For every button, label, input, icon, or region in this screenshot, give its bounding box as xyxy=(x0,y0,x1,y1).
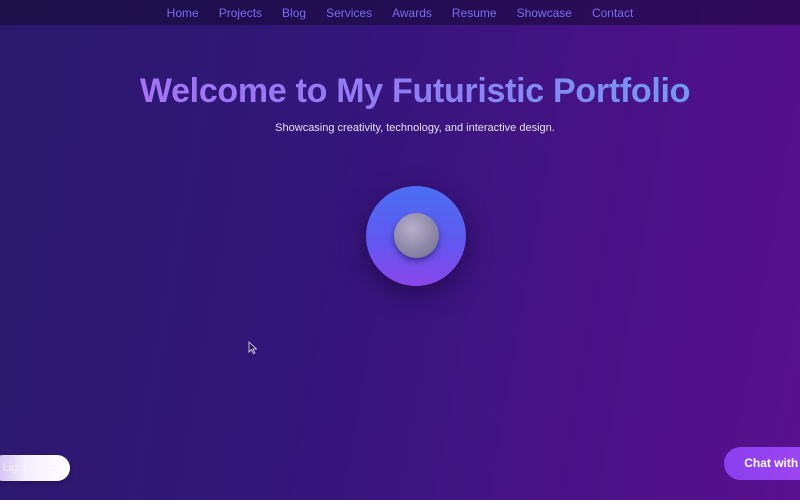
top-navbar: Home Projects Blog Services Awards Resum… xyxy=(0,0,800,25)
chat-with-ai-button[interactable]: Chat with A xyxy=(724,447,800,480)
nav-link-showcase[interactable]: Showcase xyxy=(517,6,572,20)
nav-link-home[interactable]: Home xyxy=(167,6,199,20)
nav-link-blog[interactable]: Blog xyxy=(282,6,306,20)
hero-orb[interactable] xyxy=(366,186,466,286)
nav-link-projects[interactable]: Projects xyxy=(219,6,262,20)
nav-link-awards[interactable]: Awards xyxy=(392,6,432,20)
nav-link-services[interactable]: Services xyxy=(326,6,372,20)
hero-title: Welcome to My Futuristic Portfolio xyxy=(0,72,800,111)
hero-subtitle: Showcasing creativity, technology, and i… xyxy=(275,122,555,134)
light-mode-toggle-button[interactable]: Light Mode xyxy=(0,455,70,481)
mouse-cursor-icon xyxy=(248,341,258,355)
nav-link-resume[interactable]: Resume xyxy=(452,6,497,20)
orb-sphere xyxy=(394,213,439,258)
nav-link-contact[interactable]: Contact xyxy=(592,6,633,20)
